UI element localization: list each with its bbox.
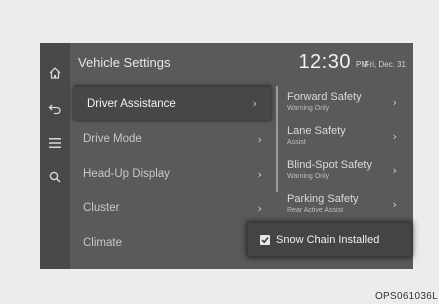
chevron-right-icon: › — [257, 167, 262, 181]
search-icon[interactable] — [40, 167, 70, 187]
page-title: Vehicle Settings — [78, 55, 171, 70]
menu-item-label: Cluster — [83, 202, 120, 214]
chevron-right-icon: › — [257, 201, 262, 215]
side-rail — [40, 43, 70, 269]
back-icon[interactable] — [40, 99, 70, 119]
option-label: Parking Safety — [287, 193, 359, 205]
chevron-right-icon: › — [257, 132, 262, 146]
option-lane-safety[interactable]: Lane Safety Assist › — [287, 120, 413, 154]
chevron-right-icon: › — [392, 96, 397, 109]
menu-item-driver-assistance[interactable]: Driver Assistance › — [74, 86, 271, 120]
checkbox[interactable] — [260, 235, 270, 245]
list-divider — [276, 86, 278, 192]
option-value: Warning Only — [287, 105, 330, 112]
chevron-right-icon: › — [392, 130, 397, 143]
menu-item-drive-mode[interactable]: Drive Mode › — [70, 122, 276, 156]
header-bar: Vehicle Settings 12:30 PM Fri, Dec. 31 — [70, 43, 413, 83]
checkmark-icon — [261, 237, 269, 244]
menu-item-label: Driver Assistance — [87, 97, 176, 110]
menu-item-label: Head-Up Display — [83, 168, 170, 180]
clock-time: 12:30 — [298, 51, 351, 73]
option-value: Rear Active Assist — [287, 207, 344, 214]
option-label: Blind-Spot Safety — [287, 159, 372, 171]
chevron-right-icon: › — [392, 198, 397, 211]
menu-item-cluster[interactable]: Cluster › — [70, 191, 276, 225]
menu-item-head-up-display[interactable]: Head-Up Display › — [70, 157, 276, 191]
snow-chain-label: Snow Chain Installed — [276, 234, 380, 246]
chevron-right-icon: › — [392, 164, 397, 177]
figure-code: OPS061036L — [374, 291, 438, 302]
menu-item-climate[interactable]: Climate › — [70, 226, 276, 260]
option-value: Warning Only — [287, 173, 330, 180]
menu-icon[interactable] — [40, 133, 70, 153]
snow-chain-popup[interactable]: Snow Chain Installed — [247, 222, 412, 257]
option-label: Forward Safety — [287, 91, 362, 103]
menu-item-label: Drive Mode — [83, 133, 142, 145]
option-label: Lane Safety — [287, 125, 346, 137]
menu-item-label: Climate — [83, 237, 122, 249]
clock-date: Fri, Dec. 31 — [364, 60, 406, 69]
settings-category-list: Driver Assistance › Drive Mode › Head-Up… — [70, 86, 276, 269]
option-blind-spot-safety[interactable]: Blind-Spot Safety Warning Only › — [287, 154, 413, 188]
option-forward-safety[interactable]: Forward Safety Warning Only › — [287, 86, 413, 120]
chevron-right-icon: › — [252, 97, 257, 110]
option-value: Assist — [287, 139, 306, 146]
home-icon[interactable] — [40, 63, 70, 83]
option-parking-safety[interactable]: Parking Safety Rear Active Assist › — [287, 188, 413, 222]
